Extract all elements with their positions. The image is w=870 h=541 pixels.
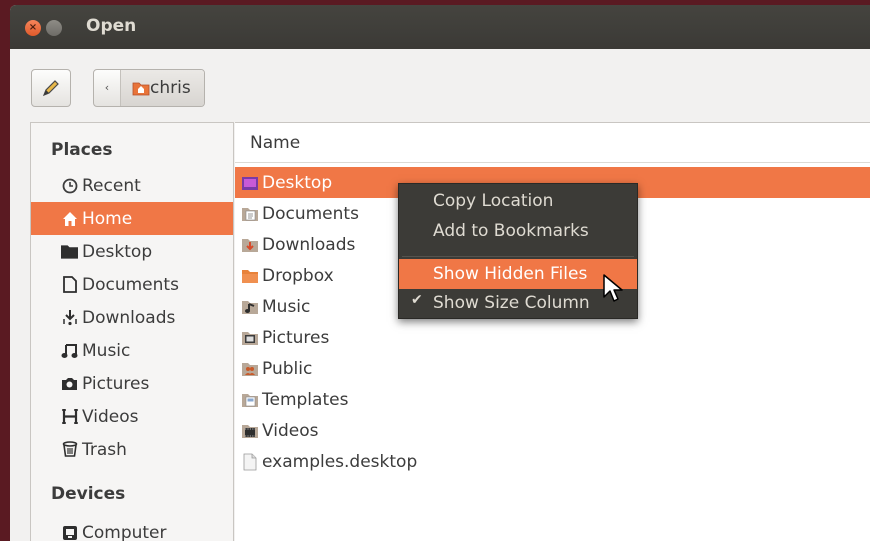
sidebar-item-recent[interactable]: Recent bbox=[31, 169, 233, 202]
file-row-videos[interactable]: Videos bbox=[235, 415, 870, 446]
sidebar-item-label: Pictures bbox=[82, 373, 150, 394]
menu-item-label: Copy Location bbox=[433, 191, 554, 211]
folder-icon bbox=[242, 269, 258, 283]
document-icon bbox=[61, 276, 78, 293]
file-name: Downloads bbox=[262, 234, 356, 255]
menu-item-label: Show Size Column bbox=[433, 293, 590, 313]
music-icon bbox=[61, 342, 78, 359]
menu-item-copy-location[interactable]: Copy Location bbox=[399, 186, 637, 216]
home-icon bbox=[61, 210, 78, 227]
name-column-header[interactable]: Name bbox=[235, 123, 870, 163]
sidebar-item-videos[interactable]: Videos bbox=[31, 400, 233, 433]
file-name: Templates bbox=[262, 389, 349, 410]
sidebar-item-label: Computer bbox=[82, 522, 167, 541]
file-name: Documents bbox=[262, 203, 359, 224]
file-name: Videos bbox=[262, 420, 319, 441]
path-back-button[interactable]: ‹ bbox=[94, 70, 121, 106]
downloads-folder-icon bbox=[242, 238, 258, 252]
folder-icon bbox=[61, 243, 78, 260]
sidebar-item-home[interactable]: Home bbox=[31, 202, 233, 235]
sidebar-item-music[interactable]: Music bbox=[31, 334, 233, 367]
devices-heading: Devices bbox=[51, 484, 126, 504]
minimize-icon[interactable] bbox=[46, 20, 62, 36]
places-sidebar: Places Recent Home Desktop Documents Dow… bbox=[30, 122, 234, 541]
file-chooser-window: × Open ‹ chris Places Recent Home Deskto… bbox=[10, 5, 870, 541]
videos-folder-icon bbox=[242, 424, 258, 438]
sidebar-item-label: Trash bbox=[82, 439, 127, 460]
music-folder-icon bbox=[242, 300, 258, 314]
home-folder-icon bbox=[132, 82, 150, 96]
file-name: examples.desktop bbox=[262, 451, 418, 472]
file-row-examples-desktop[interactable]: examples.desktop bbox=[235, 446, 870, 477]
sidebar-item-label: Home bbox=[82, 208, 133, 229]
path-bar: ‹ chris bbox=[93, 69, 205, 107]
window-title: Open bbox=[86, 16, 137, 36]
trash-icon bbox=[61, 441, 78, 458]
path-crumb-label: chris bbox=[150, 78, 191, 98]
file-icon bbox=[243, 453, 257, 470]
pictures-folder-icon bbox=[242, 331, 258, 345]
file-name: Desktop bbox=[262, 172, 333, 193]
sidebar-item-documents[interactable]: Documents bbox=[31, 268, 233, 301]
sidebar-item-trash[interactable]: Trash bbox=[31, 433, 233, 466]
menu-separator bbox=[402, 256, 634, 257]
title-bar: × Open bbox=[10, 5, 870, 49]
computer-icon bbox=[61, 524, 78, 541]
public-folder-icon bbox=[242, 362, 258, 376]
sidebar-item-label: Downloads bbox=[82, 307, 176, 328]
camera-icon bbox=[61, 375, 78, 392]
file-name: Dropbox bbox=[262, 265, 334, 286]
path-crumb-home[interactable]: chris bbox=[121, 70, 204, 106]
column-header-label: Name bbox=[250, 133, 301, 153]
toolbar: ‹ chris bbox=[10, 49, 870, 119]
pencil-icon bbox=[42, 80, 59, 97]
menu-item-add-to-bookmarks[interactable]: Add to Bookmarks bbox=[399, 216, 637, 246]
sidebar-item-label: Recent bbox=[82, 175, 141, 196]
file-name: Music bbox=[262, 296, 311, 317]
clock-icon bbox=[61, 177, 78, 194]
desktop-folder-icon bbox=[242, 176, 258, 190]
sidebar-item-label: Documents bbox=[82, 274, 179, 295]
file-row-templates[interactable]: Templates bbox=[235, 384, 870, 415]
file-name: Pictures bbox=[262, 327, 330, 348]
file-name: Public bbox=[262, 358, 313, 379]
file-row-public[interactable]: Public bbox=[235, 353, 870, 384]
places-heading: Places bbox=[51, 140, 113, 160]
download-icon bbox=[61, 309, 78, 326]
type-location-button[interactable] bbox=[31, 69, 71, 107]
menu-item-label: Show Hidden Files bbox=[433, 264, 588, 284]
sidebar-item-pictures[interactable]: Pictures bbox=[31, 367, 233, 400]
sidebar-item-desktop[interactable]: Desktop bbox=[31, 235, 233, 268]
checkmark-icon: ✔ bbox=[411, 292, 423, 308]
file-row-pictures[interactable]: Pictures bbox=[235, 322, 870, 353]
sidebar-item-label: Music bbox=[82, 340, 131, 361]
menu-item-label: Add to Bookmarks bbox=[433, 221, 589, 241]
sidebar-item-downloads[interactable]: Downloads bbox=[31, 301, 233, 334]
documents-folder-icon bbox=[242, 207, 258, 221]
film-icon bbox=[61, 408, 78, 425]
sidebar-item-label: Videos bbox=[82, 406, 139, 427]
mouse-cursor-icon bbox=[603, 274, 623, 302]
sidebar-item-computer[interactable]: Computer bbox=[31, 516, 233, 541]
templates-folder-icon bbox=[242, 393, 258, 407]
close-icon[interactable]: × bbox=[25, 20, 41, 36]
sidebar-item-label: Desktop bbox=[82, 241, 153, 262]
